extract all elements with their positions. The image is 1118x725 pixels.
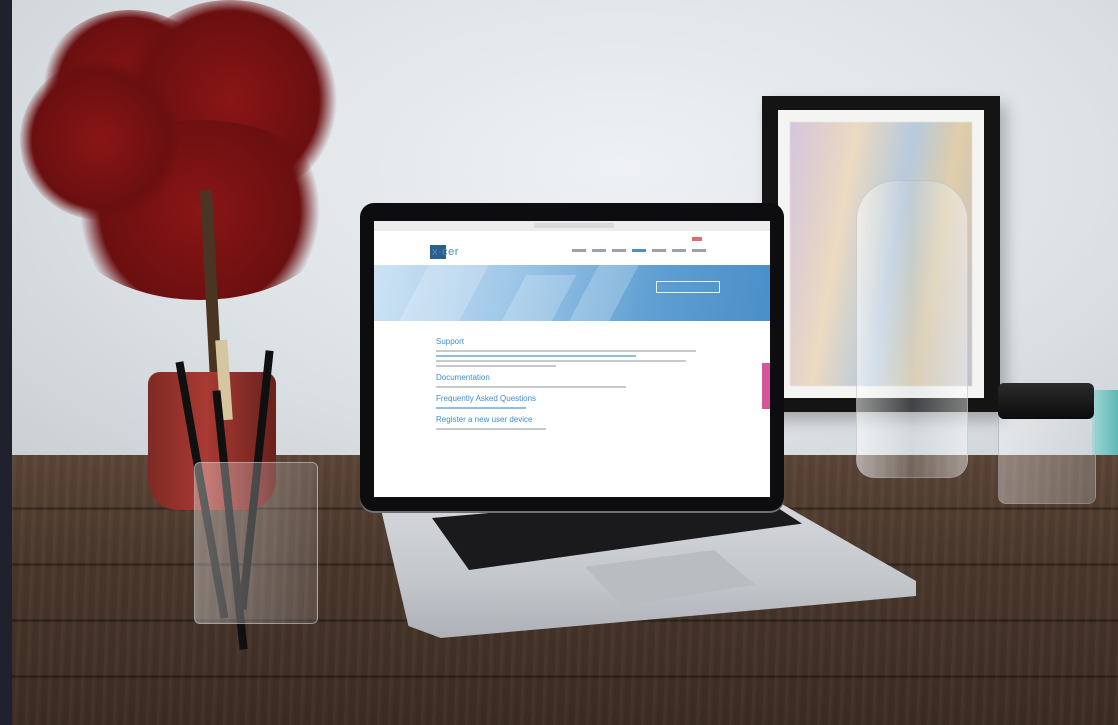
- text-link-line[interactable]: [436, 407, 526, 409]
- section-heading: Support: [436, 337, 465, 346]
- url-bar[interactable]: [534, 223, 614, 228]
- text-line: [436, 386, 626, 388]
- photo-scene: x·cer Support Documentation Frequently A…: [0, 0, 1118, 725]
- site-nav: [572, 249, 706, 252]
- site-logo[interactable]: x·cer: [432, 246, 459, 258]
- page-content: Support Documentation Frequently Asked Q…: [436, 331, 706, 433]
- hero-banner: [374, 265, 770, 321]
- text-line: [436, 350, 696, 352]
- text-line: [436, 365, 556, 367]
- section-heading: Frequently Asked Questions: [436, 394, 537, 403]
- text-line: [436, 360, 686, 362]
- banner-shape: [501, 275, 577, 321]
- section-heading: Register a new user device: [436, 415, 533, 424]
- nav-item-active[interactable]: [632, 249, 646, 252]
- laptop-lid: x·cer Support Documentation Frequently A…: [360, 203, 784, 511]
- feedback-side-tab[interactable]: [762, 363, 770, 409]
- left-dark-edge: [0, 0, 12, 725]
- site-header: x·cer: [374, 231, 770, 265]
- nav-item[interactable]: [572, 249, 586, 252]
- language-flag-icon[interactable]: [692, 237, 702, 241]
- glass-vase: [856, 180, 968, 478]
- nav-item[interactable]: [692, 249, 706, 252]
- laptop-screen: x·cer Support Documentation Frequently A…: [374, 221, 770, 497]
- text-line: [436, 428, 546, 430]
- nav-item[interactable]: [612, 249, 626, 252]
- nav-item[interactable]: [592, 249, 606, 252]
- banner-shape: [399, 265, 489, 321]
- nav-item[interactable]: [672, 249, 686, 252]
- plant-foliage: [20, 60, 180, 220]
- text-link-line[interactable]: [436, 355, 636, 357]
- nav-item[interactable]: [652, 249, 666, 252]
- section-heading: Documentation: [436, 373, 490, 382]
- banner-button[interactable]: [656, 281, 720, 293]
- jar-lid: [998, 383, 1094, 419]
- acrylic-brush-cup: [194, 462, 318, 624]
- banner-shape: [569, 265, 639, 321]
